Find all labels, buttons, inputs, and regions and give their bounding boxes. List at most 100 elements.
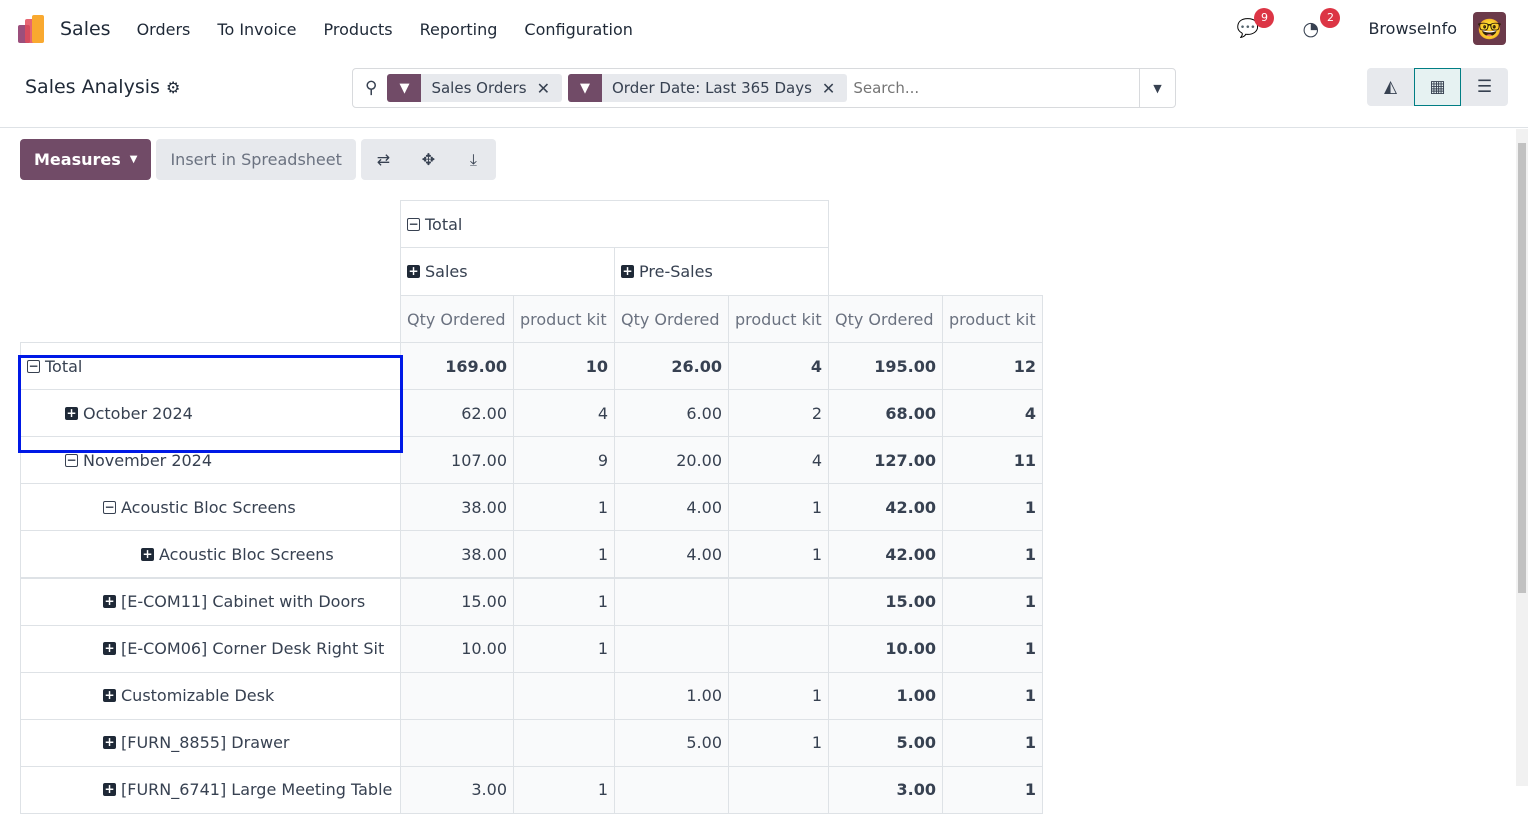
- table-cell[interactable]: 1: [942, 483, 1043, 532]
- menu-to-invoice[interactable]: To Invoice: [217, 20, 296, 39]
- row-header[interactable]: − Total: [20, 342, 401, 390]
- messages-button[interactable]: 💬 9: [1236, 7, 1275, 40]
- gear-icon[interactable]: ⚙: [166, 78, 180, 97]
- table-cell[interactable]: 10: [513, 342, 615, 390]
- table-cell[interactable]: 15.00: [400, 577, 514, 626]
- table-cell[interactable]: 107.00: [400, 436, 514, 485]
- table-cell[interactable]: 1: [728, 483, 829, 532]
- table-cell[interactable]: 1: [513, 577, 615, 626]
- remove-facet-icon[interactable]: ✕: [822, 79, 847, 98]
- measure-header[interactable]: Qty Ordered: [614, 295, 729, 343]
- table-cell[interactable]: 1: [942, 718, 1043, 767]
- table-cell[interactable]: 5.00: [614, 718, 729, 767]
- user-name[interactable]: BrowseInfo: [1368, 19, 1457, 38]
- search-options-toggle[interactable]: ▼: [1139, 69, 1175, 107]
- table-cell[interactable]: 1: [728, 530, 829, 579]
- list-view-button[interactable]: ☰: [1461, 68, 1508, 106]
- sales-app-logo-icon[interactable]: [18, 15, 46, 43]
- table-cell[interactable]: 4: [513, 389, 615, 438]
- table-cell[interactable]: [614, 624, 729, 673]
- table-cell[interactable]: 4: [942, 389, 1043, 438]
- insert-spreadsheet-button[interactable]: Insert in Spreadsheet: [156, 139, 356, 180]
- scrollbar[interactable]: [1516, 129, 1528, 786]
- table-cell[interactable]: 3.00: [400, 765, 514, 814]
- menu-orders[interactable]: Orders: [137, 20, 191, 39]
- table-cell[interactable]: 195.00: [828, 342, 943, 390]
- table-cell[interactable]: 12: [942, 342, 1043, 390]
- measures-button[interactable]: Measures ▼: [20, 139, 152, 180]
- table-cell[interactable]: 1: [728, 671, 829, 720]
- table-cell[interactable]: 127.00: [828, 436, 943, 485]
- col-header-total[interactable]: − Total: [400, 200, 829, 248]
- table-cell[interactable]: 4: [728, 342, 829, 390]
- row-header[interactable]: + [E-COM06] Corner Desk Right Sit: [20, 624, 401, 673]
- table-cell[interactable]: [400, 671, 514, 720]
- remove-facet-icon[interactable]: ✕: [537, 79, 562, 98]
- col-header-pre-sales[interactable]: + Pre-Sales: [614, 247, 829, 296]
- row-header[interactable]: + Customizable Desk: [20, 671, 401, 720]
- menu-configuration[interactable]: Configuration: [524, 20, 633, 39]
- table-cell[interactable]: 1: [513, 765, 615, 814]
- table-cell[interactable]: [400, 718, 514, 767]
- table-cell[interactable]: 1: [942, 577, 1043, 626]
- search-input[interactable]: [853, 79, 1134, 97]
- search-icon[interactable]: ⚲: [365, 78, 377, 98]
- table-cell[interactable]: 6.00: [614, 389, 729, 438]
- table-cell[interactable]: [614, 577, 729, 626]
- table-cell[interactable]: 1: [942, 765, 1043, 814]
- row-header[interactable]: + October 2024: [20, 389, 401, 438]
- table-cell[interactable]: [513, 718, 615, 767]
- pivot-view-button[interactable]: ▦: [1414, 68, 1461, 106]
- download-button[interactable]: ⤓: [450, 139, 496, 180]
- row-header[interactable]: + [FURN_6741] Large Meeting Table: [20, 765, 401, 814]
- table-cell[interactable]: 1.00: [828, 671, 943, 720]
- measure-header[interactable]: Qty Ordered: [828, 295, 943, 343]
- table-cell[interactable]: 4: [728, 436, 829, 485]
- table-cell[interactable]: 5.00: [828, 718, 943, 767]
- table-cell[interactable]: 10.00: [828, 624, 943, 673]
- table-cell[interactable]: 4.00: [614, 483, 729, 532]
- menu-reporting[interactable]: Reporting: [420, 20, 498, 39]
- menu-products[interactable]: Products: [324, 20, 393, 39]
- col-header-sales[interactable]: + Sales: [400, 247, 615, 296]
- table-cell[interactable]: 38.00: [400, 483, 514, 532]
- table-cell[interactable]: 15.00: [828, 577, 943, 626]
- table-cell[interactable]: 42.00: [828, 530, 943, 579]
- table-cell[interactable]: 10.00: [400, 624, 514, 673]
- activities-button[interactable]: ◔ 2: [1302, 7, 1341, 40]
- table-cell[interactable]: 3.00: [828, 765, 943, 814]
- measure-header[interactable]: product kit: [728, 295, 829, 343]
- table-cell[interactable]: 1: [513, 483, 615, 532]
- row-header[interactable]: − November 2024: [20, 436, 401, 485]
- table-cell[interactable]: [728, 624, 829, 673]
- row-header[interactable]: + [FURN_8855] Drawer: [20, 718, 401, 767]
- table-cell[interactable]: 20.00: [614, 436, 729, 485]
- app-name[interactable]: Sales: [60, 18, 111, 40]
- measure-header[interactable]: Qty Ordered: [400, 295, 514, 343]
- table-cell[interactable]: 11: [942, 436, 1043, 485]
- table-cell[interactable]: 1.00: [614, 671, 729, 720]
- table-cell[interactable]: 26.00: [614, 342, 729, 390]
- row-header[interactable]: + Acoustic Bloc Screens: [20, 530, 401, 579]
- table-cell[interactable]: 1: [728, 718, 829, 767]
- table-cell[interactable]: 1: [942, 530, 1043, 579]
- table-cell[interactable]: [728, 577, 829, 626]
- table-cell[interactable]: 1: [942, 624, 1043, 673]
- avatar[interactable]: 🤓: [1473, 12, 1506, 45]
- table-cell[interactable]: 68.00: [828, 389, 943, 438]
- table-cell[interactable]: [513, 671, 615, 720]
- scrollbar-thumb[interactable]: [1518, 143, 1526, 593]
- table-cell[interactable]: 62.00: [400, 389, 514, 438]
- table-cell[interactable]: 1: [942, 671, 1043, 720]
- table-cell[interactable]: [728, 765, 829, 814]
- row-header[interactable]: + [E-COM11] Cabinet with Doors: [20, 577, 401, 626]
- table-cell[interactable]: 2: [728, 389, 829, 438]
- table-cell[interactable]: 1: [513, 530, 615, 579]
- table-cell[interactable]: 42.00: [828, 483, 943, 532]
- graph-view-button[interactable]: ◭: [1367, 68, 1414, 106]
- table-cell[interactable]: 4.00: [614, 530, 729, 579]
- measure-header[interactable]: product kit: [942, 295, 1043, 343]
- flip-axis-button[interactable]: ⇄: [360, 139, 406, 180]
- table-cell[interactable]: 169.00: [400, 342, 514, 390]
- table-cell[interactable]: 9: [513, 436, 615, 485]
